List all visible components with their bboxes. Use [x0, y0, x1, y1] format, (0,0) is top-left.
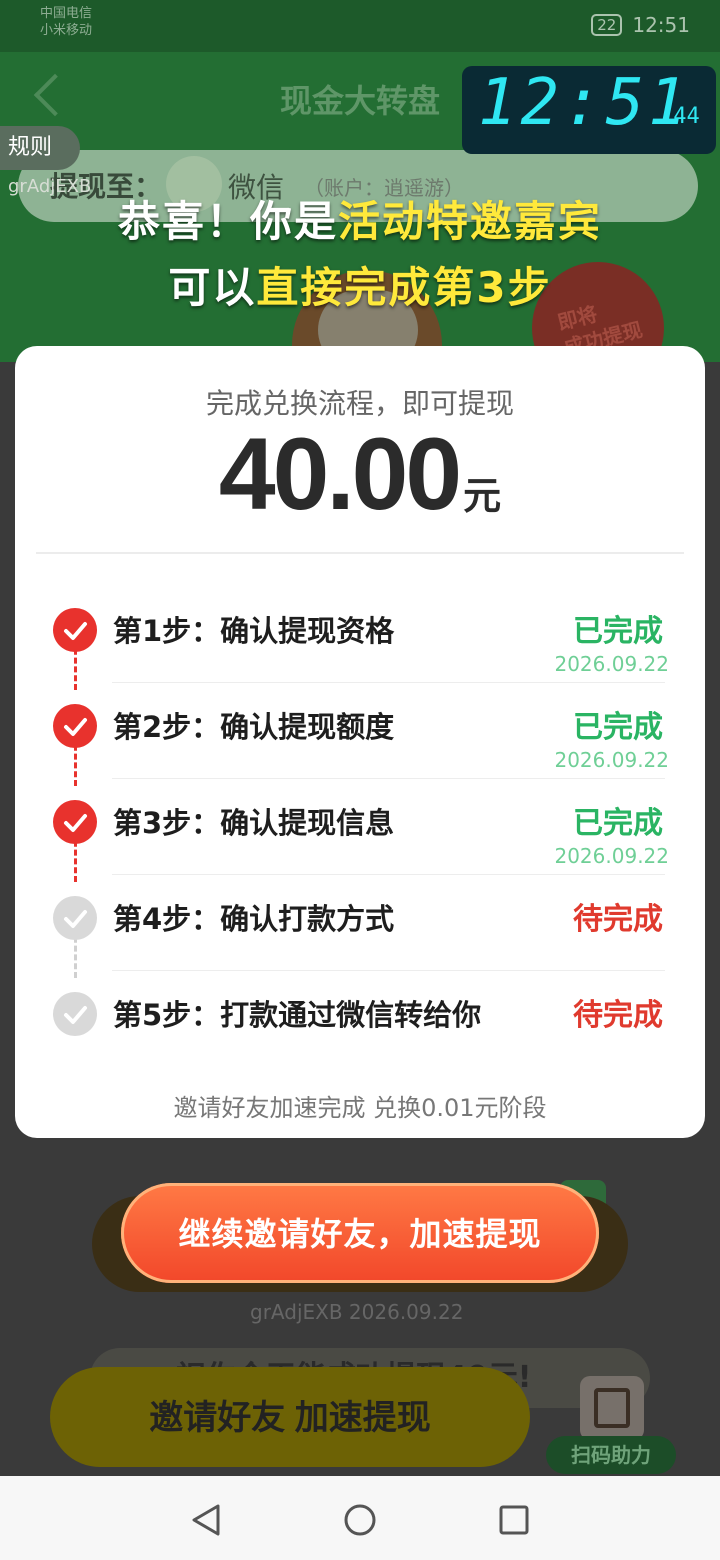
carrier-1: 中国电信 — [40, 6, 93, 21]
scan-assist-button[interactable]: 扫码助力 — [546, 1436, 676, 1474]
rules-button[interactable]: 规则 — [0, 126, 80, 170]
withdraw-amount: 40.00 — [218, 417, 462, 531]
clock-digits: 12:51 — [478, 66, 691, 140]
step-date: 2026.09.22 — [554, 652, 669, 676]
step-date: 2026.09.22 — [554, 844, 669, 868]
step-label: 第4步：确认打款方式 — [113, 902, 395, 936]
step-row-3: 第3步：确认提现信息 已完成 2026.09.22 — [15, 784, 705, 880]
step-row-1: 第1步：确认提现资格 已完成 2026.09.22 — [15, 592, 705, 688]
step-label: 第1步：确认提现资格 — [113, 614, 395, 648]
system-nav-bar — [0, 1476, 720, 1560]
step-status: 待完成 — [573, 998, 663, 1033]
carrier-2: 小米移动 — [40, 23, 93, 38]
qr-code-icon[interactable] — [580, 1376, 644, 1440]
headline-line-2: 可以直接完成第3步 — [0, 254, 720, 315]
check-circle-icon — [53, 704, 97, 748]
status-right: 22 12:51 — [591, 13, 690, 37]
step-separator — [112, 778, 665, 779]
step-status: 已完成 — [573, 710, 663, 745]
headline-2-highlight: 直接完成第3步 — [256, 263, 552, 312]
invite-friends-button[interactable]: 邀请好友 加速提现 — [50, 1367, 530, 1467]
battery-indicator: 22 — [591, 14, 623, 36]
continue-invite-button[interactable]: 继续邀请好友，加速提现 — [121, 1183, 599, 1283]
amount-row: 40.00 元 — [15, 416, 705, 533]
step-row-2: 第2步：确认提现额度 已完成 2026.09.22 — [15, 688, 705, 784]
step-status: 已完成 — [573, 614, 663, 649]
check-circle-icon — [53, 800, 97, 844]
back-icon[interactable] — [188, 1502, 224, 1538]
amount-unit: 元 — [463, 474, 502, 518]
step-separator — [112, 970, 665, 971]
check-circle-icon — [53, 896, 97, 940]
step-row-4: 第4步：确认打款方式 待完成 — [15, 880, 705, 976]
user-id-date: grAdjEXB 2026.09.22 — [250, 1300, 464, 1324]
home-icon[interactable] — [342, 1502, 378, 1538]
modal-footer-note: 邀请好友加速完成 兑换0.01元阶段 — [173, 1094, 547, 1122]
status-bar: 中国电信 小米移动 22 12:51 — [0, 0, 720, 52]
withdraw-progress-modal: 完成兑换流程，即可提现 40.00 元 第1步：确认提现资格 已完成 2026.0… — [15, 346, 705, 1138]
clock-seconds: :44 — [660, 104, 700, 129]
headline-line-1: 恭喜！你是活动特邀嘉宾 — [0, 188, 720, 249]
status-time: 12:51 — [632, 13, 690, 37]
check-circle-icon — [53, 992, 97, 1036]
headline-1-highlight: 活动特邀嘉宾 — [338, 197, 603, 246]
carrier-info: 中国电信 小米移动 — [40, 5, 92, 39]
modal-divider — [36, 552, 684, 554]
check-circle-icon — [53, 608, 97, 652]
step-row-5: 第5步：打款通过微信转给你 待完成 — [15, 976, 705, 1072]
step-status: 待完成 — [573, 902, 663, 937]
recent-apps-icon[interactable] — [496, 1502, 532, 1538]
step-date: 2026.09.22 — [554, 748, 669, 772]
step-separator — [112, 682, 665, 683]
step-separator — [112, 874, 665, 875]
step-label: 第2步：确认提现额度 — [113, 710, 395, 744]
step-label: 第3步：确认提现信息 — [113, 806, 395, 840]
headline-1-prefix: 恭喜！你是 — [117, 197, 338, 246]
headline-2-prefix: 可以 — [168, 263, 257, 312]
step-label: 第5步：打款通过微信转给你 — [113, 998, 482, 1032]
step-status: 已完成 — [573, 806, 663, 841]
